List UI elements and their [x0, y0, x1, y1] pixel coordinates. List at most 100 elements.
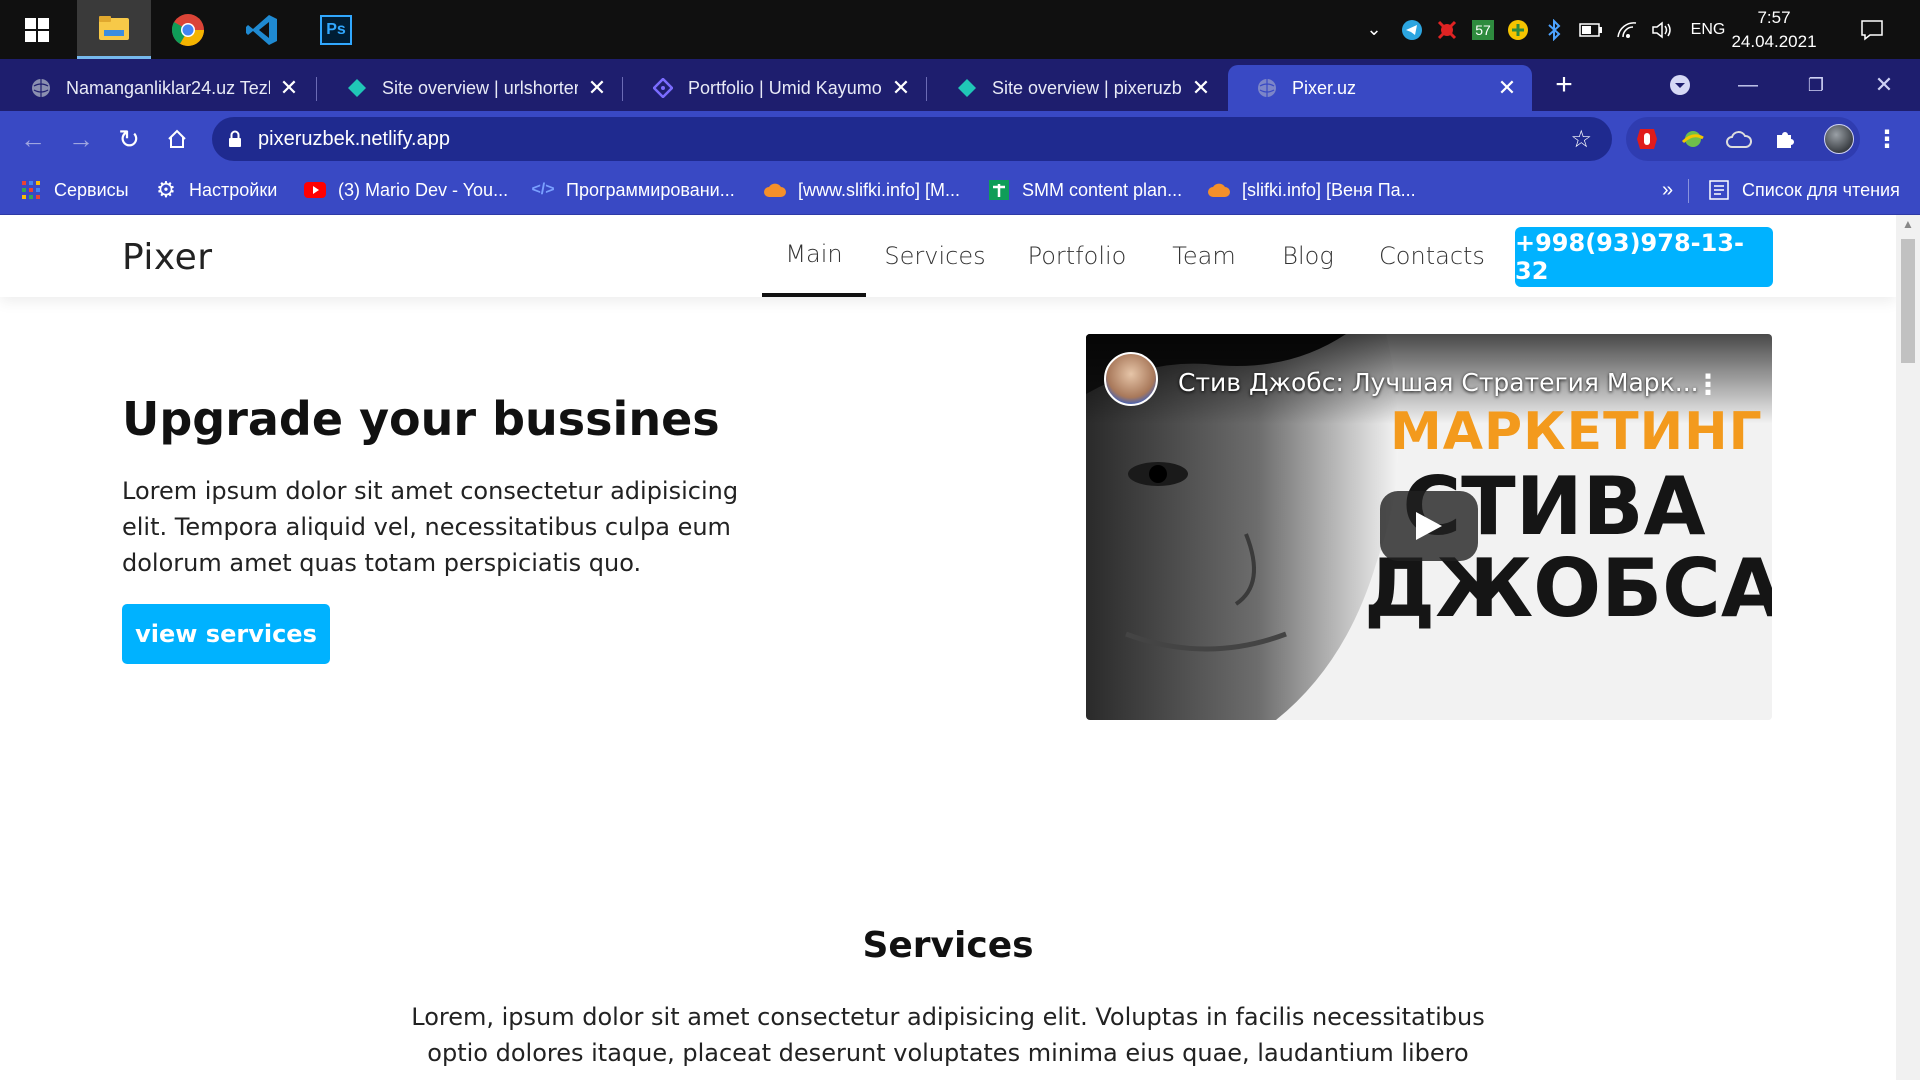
code-brackets-icon: </> [531, 181, 555, 198]
file-explorer-taskbar-button[interactable] [77, 0, 151, 59]
tab-separator [622, 77, 623, 101]
tab-pixer-active[interactable]: Pixer.uz ✕ [1228, 65, 1532, 111]
netlify-icon [956, 77, 978, 99]
vscode-icon [246, 14, 277, 45]
counter-tray-icon[interactable]: 57 [1469, 0, 1497, 59]
windows-start-button[interactable] [0, 0, 74, 59]
tab-title: Site overview | pixeruzbek [992, 77, 1182, 98]
close-tab-icon[interactable]: ✕ [278, 75, 300, 101]
site-logo[interactable]: Pixer [122, 237, 213, 278]
tab-separator [316, 77, 317, 101]
chevron-up-icon[interactable]: ⌄ [1360, 0, 1388, 59]
window-close-icon[interactable]: ✕ [1864, 59, 1904, 111]
bookmark-label: [slifki.info] [Веня Па... [1242, 179, 1416, 200]
youtube-video-embed[interactable]: Стив Джобс: Лучшая Стратегия Марк... ⋮ М… [1086, 334, 1772, 720]
vpn-extension-icon[interactable] [1670, 111, 1716, 167]
bookmarks-divider [1688, 179, 1689, 203]
gear-icon: ⚙ [156, 177, 176, 202]
window-restore-icon[interactable]: ❐ [1796, 59, 1836, 111]
close-tab-icon[interactable]: ✕ [1190, 75, 1212, 101]
cloud-extension-icon[interactable] [1716, 111, 1762, 167]
new-tab-plus-icon[interactable]: + [1544, 59, 1584, 111]
bookmarks-overflow-button[interactable]: » [1662, 167, 1673, 213]
nav-main[interactable]: Main [762, 215, 866, 297]
bookmark-services[interactable]: Сервисы [20, 167, 129, 213]
bookmark-mario-dev[interactable]: (3) Mario Dev - You... [304, 167, 508, 213]
nav-services[interactable]: Services [880, 215, 990, 297]
bookmark-slifki-1[interactable]: [www.slifki.info] [М... [764, 167, 960, 213]
bookmark-slifki-2[interactable]: [slifki.info] [Веня Па... [1208, 167, 1416, 213]
apps-grid-icon [20, 179, 42, 201]
nav-portfolio[interactable]: Portfolio [1018, 215, 1136, 297]
reading-list-icon [1708, 179, 1730, 201]
video-menu-icon[interactable]: ⋮ [1694, 368, 1722, 401]
cloud-icon [1208, 179, 1230, 201]
volume-icon[interactable] [1647, 0, 1677, 59]
tab-portfolio[interactable]: Portfolio | Umid Kayumov ✕ [624, 65, 926, 111]
tab-pixeruzbek-overview[interactable]: Site overview | pixeruzbek ✕ [928, 65, 1226, 111]
nav-team[interactable]: Team [1164, 215, 1244, 297]
system-clock[interactable]: 7:57 24.04.2021 [1714, 6, 1834, 54]
puzzle-extensions-icon[interactable] [1762, 111, 1808, 167]
reading-list-button[interactable]: Список для чтения [1708, 167, 1900, 213]
photoshop-taskbar-button[interactable]: Ps [299, 0, 373, 59]
battery-icon[interactable] [1576, 0, 1606, 59]
window-minimize-icon[interactable]: — [1728, 59, 1768, 111]
close-tab-icon[interactable]: ✕ [586, 75, 608, 101]
nav-blog[interactable]: Blog [1270, 215, 1346, 297]
video-overlay-orange: МАРКЕТИНГ [1390, 402, 1763, 462]
bookmark-label: (3) Mario Dev - You... [338, 179, 509, 200]
browser-tab-strip: Namanganliklar24.uz Tezkor ✕ Site overvi… [0, 59, 1920, 111]
chrome-taskbar-button[interactable] [151, 0, 225, 59]
tab-title: Portfolio | Umid Kayumov [688, 77, 882, 98]
video-title[interactable]: Стив Джобс: Лучшая Стратегия Марк... [1178, 368, 1699, 397]
telegram-tray-icon[interactable] [1397, 0, 1427, 59]
bookmark-settings[interactable]: ⚙ Настройки [155, 167, 277, 213]
bookmark-star-icon[interactable]: ☆ [1570, 125, 1592, 154]
scroll-up-arrow-icon[interactable]: ▲ [1896, 217, 1920, 235]
hero-text: Lorem ipsum dolor sit amet consectetur a… [122, 477, 739, 577]
close-tab-icon[interactable]: ✕ [1496, 75, 1518, 101]
tab-namanganliklar[interactable]: Namanganliklar24.uz Tezkor ✕ [2, 65, 314, 111]
web-page: Pixer Main Services Portfolio Team Blog … [0, 215, 1896, 1080]
home-icon[interactable] [154, 111, 200, 167]
close-tab-icon[interactable]: ✕ [890, 75, 912, 101]
services-text: Lorem, ipsum dolor sit amet consectetur … [411, 1003, 1485, 1067]
plus-tray-icon[interactable] [1503, 0, 1533, 59]
forward-arrow-icon[interactable]: → [58, 111, 104, 167]
back-arrow-icon[interactable]: ← [10, 111, 56, 167]
scrollbar-thumb[interactable] [1901, 239, 1915, 363]
tab-urlshorteruz[interactable]: Site overview | urlshorteruz ✕ [318, 65, 622, 111]
play-button-icon[interactable] [1380, 491, 1478, 561]
adblock-extension-icon[interactable] [1624, 111, 1670, 167]
address-bar[interactable]: pixeruzbek.netlify.app ☆ [212, 117, 1612, 161]
site-header: Pixer Main Services Portfolio Team Blog … [0, 215, 1896, 297]
reading-list-label: Список для чтения [1742, 179, 1900, 200]
notifications-icon[interactable] [1852, 0, 1892, 59]
nav-contacts[interactable]: Contacts [1372, 215, 1492, 297]
bookmark-programming[interactable]: </> Программировани... [531, 167, 735, 213]
bluetooth-icon[interactable] [1540, 0, 1568, 59]
page-scrollbar[interactable]: ▲ [1896, 215, 1920, 1080]
browser-menu-icon[interactable]: ⋮ [1864, 111, 1910, 167]
counter-badge: 57 [1472, 19, 1494, 40]
reload-icon[interactable]: ↻ [106, 111, 152, 167]
bookmark-smm[interactable]: SMM content plan... [988, 167, 1182, 213]
tab-title: Site overview | urlshorteruz [382, 77, 578, 98]
tab-separator [926, 77, 927, 101]
bookmark-label: Сервисы [54, 179, 129, 200]
profile-avatar[interactable] [1816, 111, 1862, 167]
channel-avatar[interactable] [1104, 352, 1158, 406]
url-text[interactable]: pixeruzbek.netlify.app [258, 128, 450, 151]
youtube-icon [304, 179, 326, 201]
view-services-button[interactable]: view services [122, 604, 330, 664]
vscode-taskbar-button[interactable] [225, 0, 299, 59]
bookmark-label: Программировани... [566, 179, 735, 200]
wifi-icon[interactable] [1612, 0, 1642, 59]
tab-search-icon[interactable] [1660, 59, 1700, 111]
globe-icon [1256, 77, 1278, 99]
phone-button[interactable]: +998(93)978-13-32 [1515, 227, 1773, 287]
tab-title: Namanganliklar24.uz Tezkor [66, 77, 270, 98]
sheets-icon [988, 179, 1010, 201]
bug-tray-icon[interactable] [1432, 0, 1462, 59]
